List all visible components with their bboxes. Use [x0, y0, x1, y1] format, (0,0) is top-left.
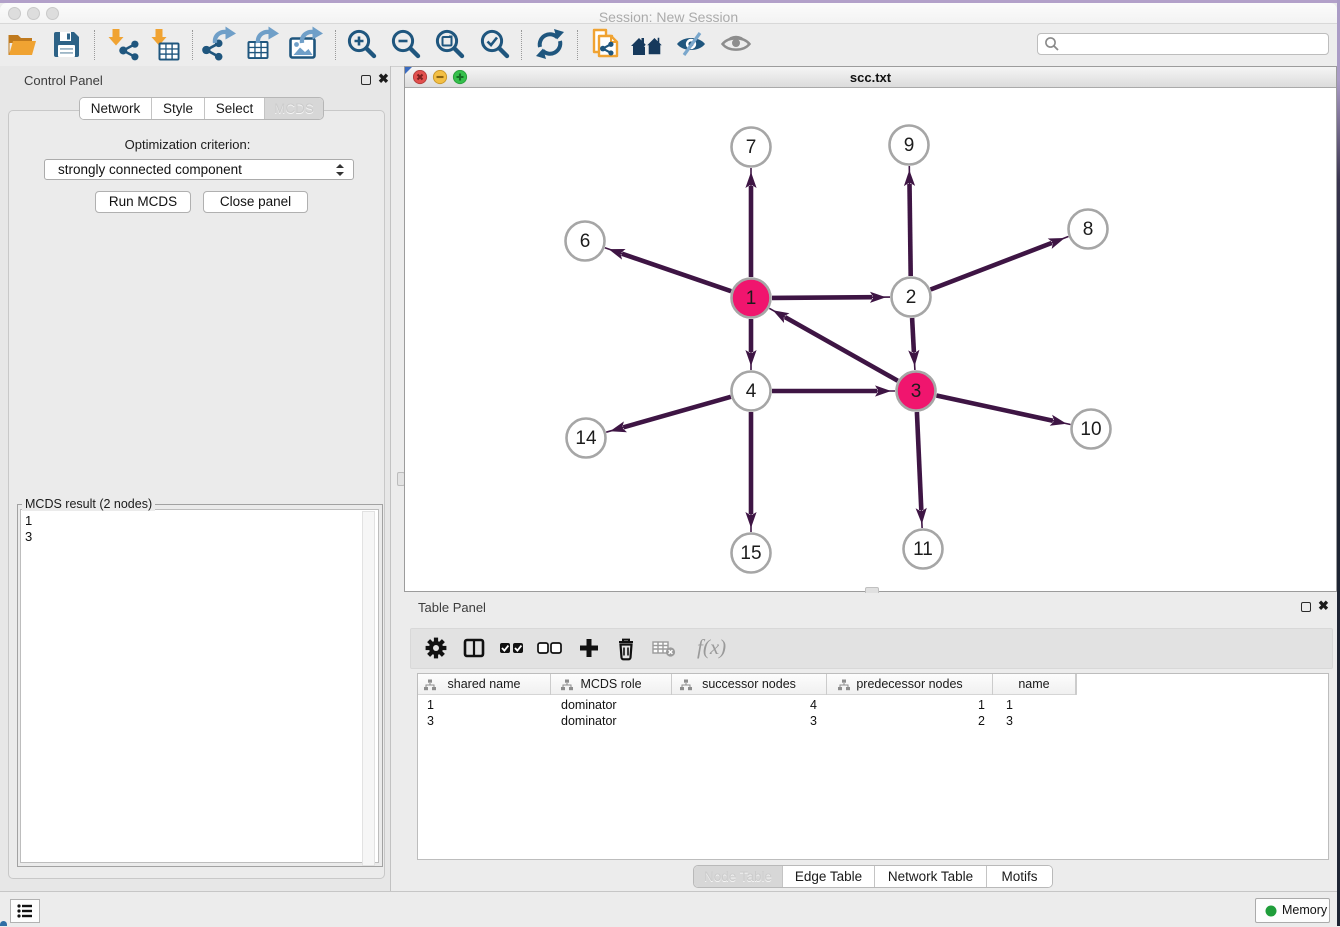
svg-text:15: 15 [740, 543, 761, 564]
svg-text:9: 9 [904, 135, 915, 156]
svg-text:3: 3 [911, 381, 922, 402]
svg-text:7: 7 [746, 137, 757, 158]
svg-text:1: 1 [746, 288, 757, 309]
svg-text:4: 4 [746, 381, 757, 402]
svg-text:14: 14 [575, 428, 597, 449]
svg-text:2: 2 [906, 287, 917, 308]
svg-text:f(x): f(x) [697, 635, 726, 659]
svg-text:11: 11 [913, 539, 933, 560]
svg-text:6: 6 [580, 231, 591, 252]
svg-text:10: 10 [1080, 419, 1101, 440]
svg-text:8: 8 [1083, 219, 1094, 240]
